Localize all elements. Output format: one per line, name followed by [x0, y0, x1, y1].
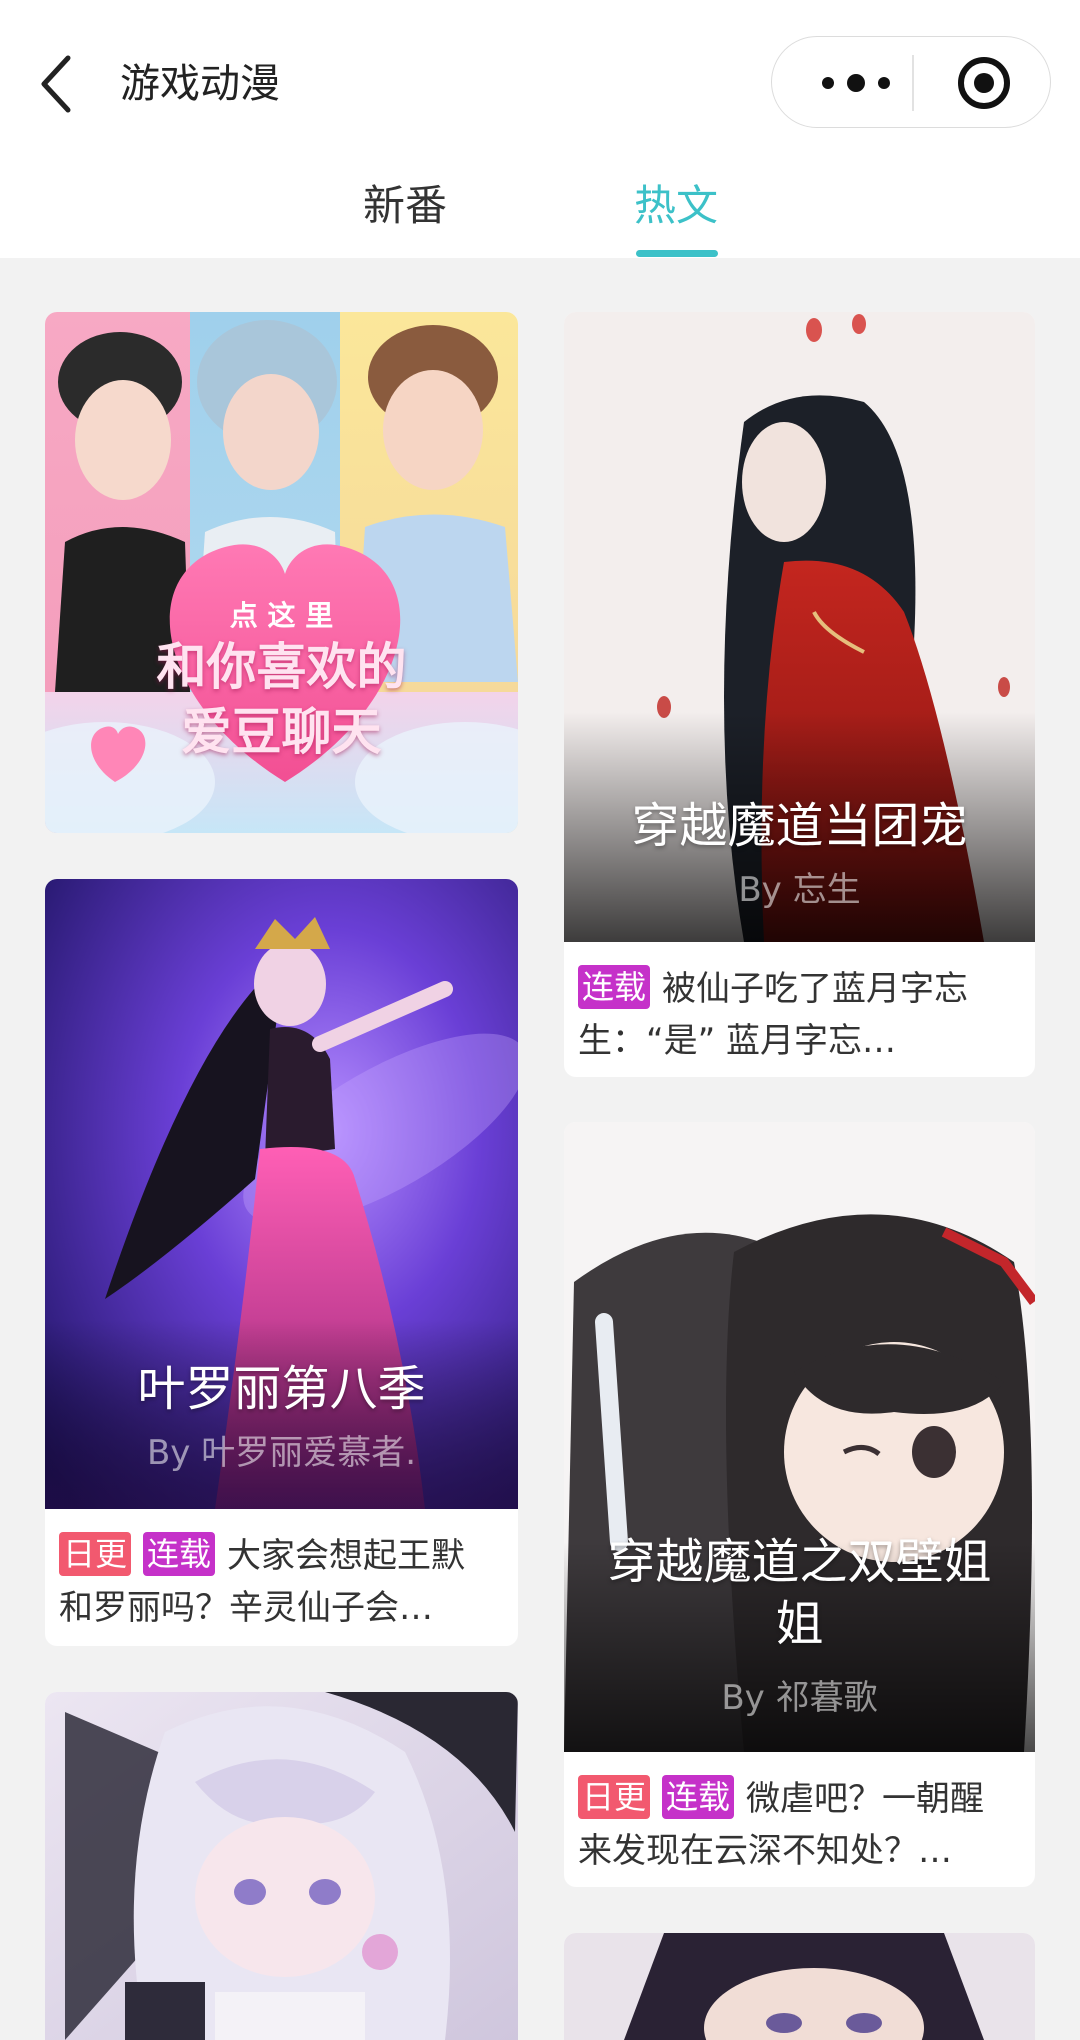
active-tab-indicator — [636, 250, 718, 257]
novel-card[interactable] — [564, 1933, 1035, 2040]
novel-author: By 祁暮歌 — [721, 1678, 878, 1718]
idol-chat-banner[interactable]: 点 这 里 和你喜欢的 爱豆聊天 — [45, 312, 518, 833]
more-options-icon[interactable] — [806, 61, 916, 105]
novel-desc-line2: 来发现在云深不知处？… — [578, 1831, 952, 1871]
back-arrow-icon[interactable] — [36, 52, 80, 116]
mini-program-capsule — [771, 36, 1051, 128]
banner-text-main-2: 爱豆聊天 — [181, 703, 382, 761]
novel-card[interactable] — [45, 1692, 518, 2040]
novel-cover — [45, 1692, 518, 2040]
tag-daily-update: 日更 — [59, 1532, 132, 1576]
novel-cover: 穿越魔道之双壁姐 姐 By 祁暮歌 — [564, 1122, 1035, 1752]
novel-description: 日更 连载 大家会想起王默 和罗丽吗？辛灵仙子会… — [59, 1530, 504, 1634]
tag-serializing: 连载 — [662, 1775, 735, 1819]
tab-hot-articles[interactable]: 热文 — [634, 178, 718, 234]
banner-text-small: 点 这 里 — [229, 599, 334, 632]
banner-text-main: 和你喜欢的 — [156, 638, 407, 696]
tab-new-anime[interactable]: 新番 — [363, 178, 447, 234]
novel-desc-line2: 和罗丽吗？辛灵仙子会… — [59, 1588, 433, 1628]
novel-card[interactable]: 叶罗丽第八季 By 叶罗丽爱慕者. 日更 连载 大家会想起王默 和罗丽吗？辛灵仙子会… — [45, 879, 518, 1646]
novel-desc-line1: 被仙子吃了蓝月字忘 — [662, 969, 969, 1009]
novel-title-line1: 穿越魔道之双壁姐 — [607, 1534, 992, 1590]
tag-serializing: 连载 — [578, 965, 651, 1009]
close-miniprogram-icon[interactable] — [955, 54, 1013, 112]
tag-daily-update: 日更 — [578, 1775, 651, 1819]
novel-desc-line1: 大家会想起王默 — [227, 1536, 466, 1576]
novel-desc-line2: 生：“是” 蓝月字忘… — [578, 1021, 897, 1061]
novel-card[interactable]: 穿越魔道之双壁姐 姐 By 祁暮歌 日更 连载 微虐吧？一朝醒 来发现在云深不知处？… — [564, 1122, 1035, 1887]
novel-title: 穿越魔道当团宠 — [631, 798, 968, 854]
page-title: 游戏动漫 — [120, 61, 280, 107]
novel-title: 叶罗丽第八季 — [137, 1361, 426, 1417]
novel-description: 日更 连载 微虐吧？一朝醒 来发现在云深不知处？… — [578, 1773, 1021, 1877]
novel-desc-line1: 微虐吧？一朝醒 — [746, 1779, 985, 1819]
tag-serializing: 连载 — [143, 1532, 216, 1576]
novel-cover: 穿越魔道当团宠 By 忘生 — [564, 312, 1035, 942]
novel-cover: 叶罗丽第八季 By 叶罗丽爱慕者. — [45, 879, 518, 1509]
novel-author: By 忘生 — [738, 870, 861, 910]
capsule-divider — [912, 55, 914, 111]
top-bar: 游戏动漫 新番 热文 — [0, 0, 1080, 258]
novel-description: 连载 被仙子吃了蓝月字忘 生：“是” 蓝月字忘… — [578, 963, 1021, 1067]
novel-cover — [564, 1933, 1035, 2040]
novel-author: By 叶罗丽爱慕者. — [146, 1433, 417, 1473]
novel-card[interactable]: 穿越魔道当团宠 By 忘生 连载 被仙子吃了蓝月字忘 生：“是” 蓝月字忘… — [564, 312, 1035, 1077]
novel-title-line2: 姐 — [775, 1596, 824, 1652]
